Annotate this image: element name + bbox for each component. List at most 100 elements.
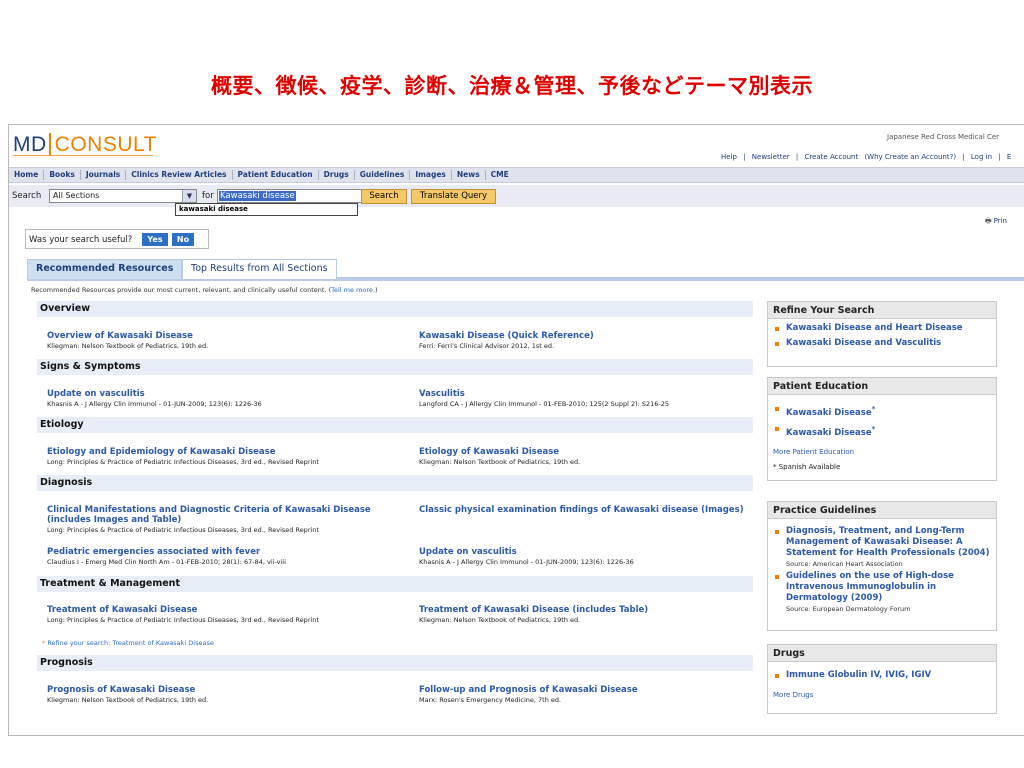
refine-search-link[interactable]: * Refine your search: Treatment of Kawas… [42, 639, 214, 647]
nav-news[interactable]: News [452, 170, 486, 180]
main-nav: Home Books Journals Clinics Review Artic… [9, 167, 1024, 183]
nav-images[interactable]: Images [410, 170, 452, 180]
nav-clinics[interactable]: Clinics Review Articles [126, 170, 233, 180]
bullet-icon [775, 407, 779, 411]
no-button[interactable]: No [172, 233, 194, 246]
section-diagnosis: Diagnosis [37, 475, 753, 491]
nav-guidelines[interactable]: Guidelines [355, 170, 411, 180]
result-link[interactable]: Follow-up and Prognosis of Kawasaki Dise… [419, 685, 779, 695]
bullet-icon [775, 327, 779, 331]
result-link[interactable]: Kawasaki Disease (Quick Reference) [419, 331, 779, 341]
result-item: Kawasaki Disease (Quick Reference) Ferri… [419, 331, 779, 351]
asterisk: * [871, 423, 876, 433]
chevron-down-icon[interactable]: ▼ [182, 190, 196, 202]
result-item: Etiology of Kawasaki Disease Kliegman: N… [419, 447, 779, 467]
truncated-link[interactable]: E [1007, 153, 1011, 161]
result-item: Pediatric emergencies associated with fe… [47, 547, 407, 567]
section-select-value: All Sections [53, 191, 100, 200]
result-item: Update on vasculitis Khasnis A - J Aller… [47, 389, 407, 409]
nav-drugs[interactable]: Drugs [319, 170, 355, 180]
result-item: Etiology and Epidemiology of Kawasaki Di… [47, 447, 407, 467]
printer-icon: 🖶 [985, 217, 992, 225]
search-button[interactable]: Search [361, 189, 407, 204]
result-source: Long: Principles & Practice of Pediatric… [47, 616, 319, 624]
result-link[interactable]: Clinical Manifestations and Diagnostic C… [47, 505, 387, 525]
tell-me-more-link[interactable]: Tell me more. [331, 286, 375, 294]
newsletter-link[interactable]: Newsletter [752, 153, 790, 161]
patient-education-box: Patient Education Kawasaki Disease* Kawa… [767, 377, 997, 481]
patient-item[interactable]: Kawasaki Disease* [768, 403, 996, 419]
result-link[interactable]: Update on vasculitis [47, 389, 407, 399]
result-link[interactable]: Treatment of Kawasaki Disease [47, 605, 407, 615]
refine-item-label: Kawasaki Disease and Heart Disease [786, 323, 963, 333]
star-icon: * [42, 639, 46, 647]
nav-home[interactable]: Home [9, 170, 45, 180]
section-select[interactable]: All Sections ▼ [49, 189, 197, 203]
nav-cme[interactable]: CME [486, 170, 514, 180]
bullet-icon [775, 426, 779, 431]
result-link[interactable]: Overview of Kawasaki Disease [47, 331, 407, 341]
intro-close: ) [374, 286, 378, 294]
nav-books[interactable]: Books [44, 170, 81, 180]
result-item: Overview of Kawasaki Disease Kliegman: N… [47, 331, 407, 351]
result-link[interactable]: Pediatric emergencies associated with fe… [47, 547, 407, 557]
result-link[interactable]: Vasculitis [419, 389, 779, 399]
separator: | [795, 153, 799, 161]
guideline-source: Source: European Dermatology Forum [786, 605, 911, 613]
yes-button[interactable]: Yes [142, 233, 168, 246]
result-link[interactable]: Classic physical examination findings of… [419, 505, 759, 515]
tab-recommended-resources[interactable]: Recommended Resources [27, 259, 183, 279]
logo-underline [13, 155, 153, 156]
intro-body: Recommended Resources provide our most c… [31, 286, 332, 294]
drug-item[interactable]: Immune Globulin IV, IVIG, IGIV [768, 670, 996, 681]
result-link[interactable]: Update on vasculitis [419, 547, 779, 557]
feedback-box: Was your search useful? Yes No [25, 229, 209, 249]
guideline-item[interactable]: Guidelines on the use of High-dose Intra… [768, 571, 996, 604]
result-item: Clinical Manifestations and Diagnostic C… [47, 505, 387, 535]
separator: | [743, 153, 746, 161]
result-source: Kliegman: Nelson Textbook of Pediatrics,… [47, 696, 209, 704]
nav-journals[interactable]: Journals [81, 170, 127, 180]
result-link[interactable]: Treatment of Kawasaki Disease (includes … [419, 605, 779, 615]
guideline-source: Source: American Heart Association [786, 560, 903, 568]
result-item: Follow-up and Prognosis of Kawasaki Dise… [419, 685, 779, 705]
login-link[interactable]: Log in [971, 153, 992, 161]
guideline-title: Diagnosis, Treatment, and Long-Term Mana… [786, 526, 990, 558]
logo-consult: CONSULT [48, 133, 157, 156]
result-item: Treatment of Kawasaki Disease (includes … [419, 605, 779, 625]
result-tabs: Recommended Resources Top Results from A… [27, 257, 1024, 281]
refine-item[interactable]: Kawasaki Disease and Vasculitis [768, 338, 996, 349]
print-link[interactable]: 🖶 Prin [985, 217, 1007, 228]
bullet-icon [775, 575, 779, 579]
create-account-link[interactable]: Create Account [804, 153, 858, 161]
bullet-icon [775, 530, 779, 534]
refine-item[interactable]: Kawasaki Disease and Heart Disease [768, 323, 996, 334]
result-source: Marx: Rosen's Emergency Medicine, 7th ed… [419, 696, 562, 704]
why-create-account-link[interactable]: (Why Create an Account?) [864, 153, 956, 161]
result-link[interactable]: Prognosis of Kawasaki Disease [47, 685, 407, 695]
result-source: Long: Principles & Practice of Pediatric… [47, 526, 319, 534]
md-consult-logo[interactable]: MD CONSULT [13, 133, 157, 157]
help-link[interactable]: Help [721, 153, 737, 161]
result-item: Update on vasculitis Khasnis A - J Aller… [419, 547, 779, 567]
more-drugs-link[interactable]: More Drugs [768, 690, 996, 700]
tab-top-results[interactable]: Top Results from All Sections [182, 259, 337, 279]
search-bar: Search All Sections ▼ for Kawasaki disea… [9, 185, 1024, 216]
intro-text: Recommended Resources provide our most c… [31, 286, 378, 294]
drugs-header: Drugs [768, 645, 996, 662]
result-link[interactable]: Etiology and Epidemiology of Kawasaki Di… [47, 447, 407, 457]
logo-md: MD [13, 133, 47, 156]
nav-patient-education[interactable]: Patient Education [233, 170, 319, 180]
refine-item-label: Kawasaki Disease and Vasculitis [786, 338, 942, 348]
result-source: Kliegman: Nelson Textbook of Pediatrics,… [47, 342, 209, 350]
guideline-item[interactable]: Diagnosis, Treatment, and Long-Term Mana… [768, 526, 996, 559]
separator: | [998, 153, 1001, 161]
section-treatment: Treatment & Management [37, 576, 753, 592]
patient-item[interactable]: Kawasaki Disease* [768, 423, 996, 439]
search-query-text: Kawasaki disease [219, 191, 296, 201]
result-link[interactable]: Etiology of Kawasaki Disease [419, 447, 779, 457]
autocomplete-suggestion[interactable]: kawasaki disease [175, 203, 358, 216]
search-input[interactable]: Kawasaki disease [217, 189, 363, 203]
translate-query-button[interactable]: Translate Query [411, 189, 496, 204]
more-patient-education-link[interactable]: More Patient Education [768, 447, 996, 457]
